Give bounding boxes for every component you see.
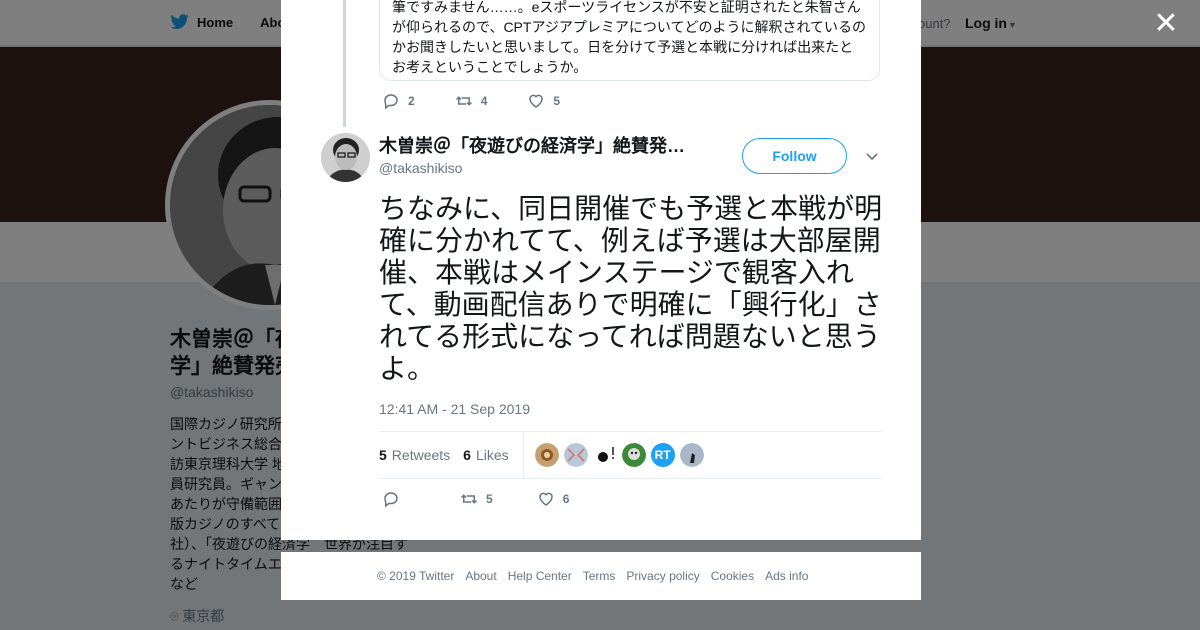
modal-footer: © 2019 Twitter About Help Center Terms P… xyxy=(281,552,921,600)
retweets-count: 5 xyxy=(379,447,387,463)
parent-tweet-text[interactable]: 筆ですみません……。eスポーツライセンスが不安と証明されたと朱智さんが仰られるの… xyxy=(379,0,880,81)
retweets-label: Retweets xyxy=(391,447,451,463)
likes-stat[interactable]: 6 Likes xyxy=(463,447,508,463)
parent-reply-button[interactable]: 2 xyxy=(382,92,415,110)
liker-avatar[interactable] xyxy=(592,443,617,467)
liker-avatars: RT xyxy=(534,443,709,467)
parent-like-count: 5 xyxy=(553,94,561,108)
stats-divider xyxy=(522,432,524,478)
chevron-down-icon[interactable] xyxy=(864,148,880,164)
follow-button[interactable]: Follow xyxy=(742,138,847,174)
footer-link-privacy[interactable]: Privacy policy xyxy=(626,569,699,583)
footer-link-help-center[interactable]: Help Center xyxy=(508,569,572,583)
footer-link-cookies[interactable]: Cookies xyxy=(711,569,754,583)
author-avatar[interactable] xyxy=(321,133,370,182)
likes-count: 6 xyxy=(463,447,471,463)
retweet-count: 5 xyxy=(486,492,493,506)
footer-link-ads-info[interactable]: Ads info xyxy=(765,569,808,583)
footer-copyright: © 2019 Twitter xyxy=(377,569,455,583)
heart-icon xyxy=(538,492,553,506)
parent-tweet-actions: 2 4 5 xyxy=(382,92,560,110)
likes-label: Likes xyxy=(475,447,509,463)
tweet-text: ちなみに、同日開催でも予選と本戦が明確に分かれてて、例えば予選は大部屋開催、本戦… xyxy=(379,193,883,384)
close-icon[interactable]: ✕ xyxy=(1152,9,1180,39)
parent-retweet-count: 4 xyxy=(480,94,488,108)
heart-icon xyxy=(529,94,544,108)
reply-icon xyxy=(384,492,398,508)
author-handle[interactable]: @takashikiso xyxy=(379,160,699,176)
reply-button[interactable] xyxy=(382,490,400,508)
like-button[interactable]: 6 xyxy=(537,490,570,508)
tweet-stats: 5 Retweets 6 Likes RT xyxy=(379,431,882,479)
thread-connector-line xyxy=(343,0,346,127)
retweet-icon xyxy=(455,96,472,106)
retweet-button[interactable]: 5 xyxy=(460,490,493,508)
tweet-actions: 5 6 xyxy=(382,490,569,508)
liker-avatar[interactable] xyxy=(563,443,588,467)
tweet-timestamp[interactable]: 12:41 AM - 21 Sep 2019 xyxy=(379,401,530,417)
author-name[interactable]: 木曽崇＠「夜遊びの経済学」絶賛発… xyxy=(379,134,699,158)
liker-avatar-rt[interactable]: RT xyxy=(650,443,675,467)
parent-retweet-button[interactable]: 4 xyxy=(455,92,488,110)
retweet-icon xyxy=(460,494,478,504)
tweet-permalink-modal: 筆ですみません……。eスポーツライセンスが不安と証明されたと朱智さんが仰られるの… xyxy=(281,0,921,540)
author-photo-image xyxy=(321,133,370,182)
parent-like-button[interactable]: 5 xyxy=(527,92,560,110)
liker-avatar[interactable] xyxy=(534,443,559,467)
reply-icon xyxy=(384,94,398,110)
liker-avatar[interactable] xyxy=(621,443,646,467)
retweets-stat[interactable]: 5 Retweets xyxy=(379,447,450,463)
tweet-author[interactable]: 木曽崇＠「夜遊びの経済学」絶賛発… @takashikiso xyxy=(379,134,699,176)
parent-reply-count: 2 xyxy=(408,94,415,108)
footer-link-about[interactable]: About xyxy=(465,569,496,583)
liker-avatar[interactable] xyxy=(679,443,704,467)
like-count: 6 xyxy=(562,492,570,506)
footer-link-terms[interactable]: Terms xyxy=(583,569,616,583)
